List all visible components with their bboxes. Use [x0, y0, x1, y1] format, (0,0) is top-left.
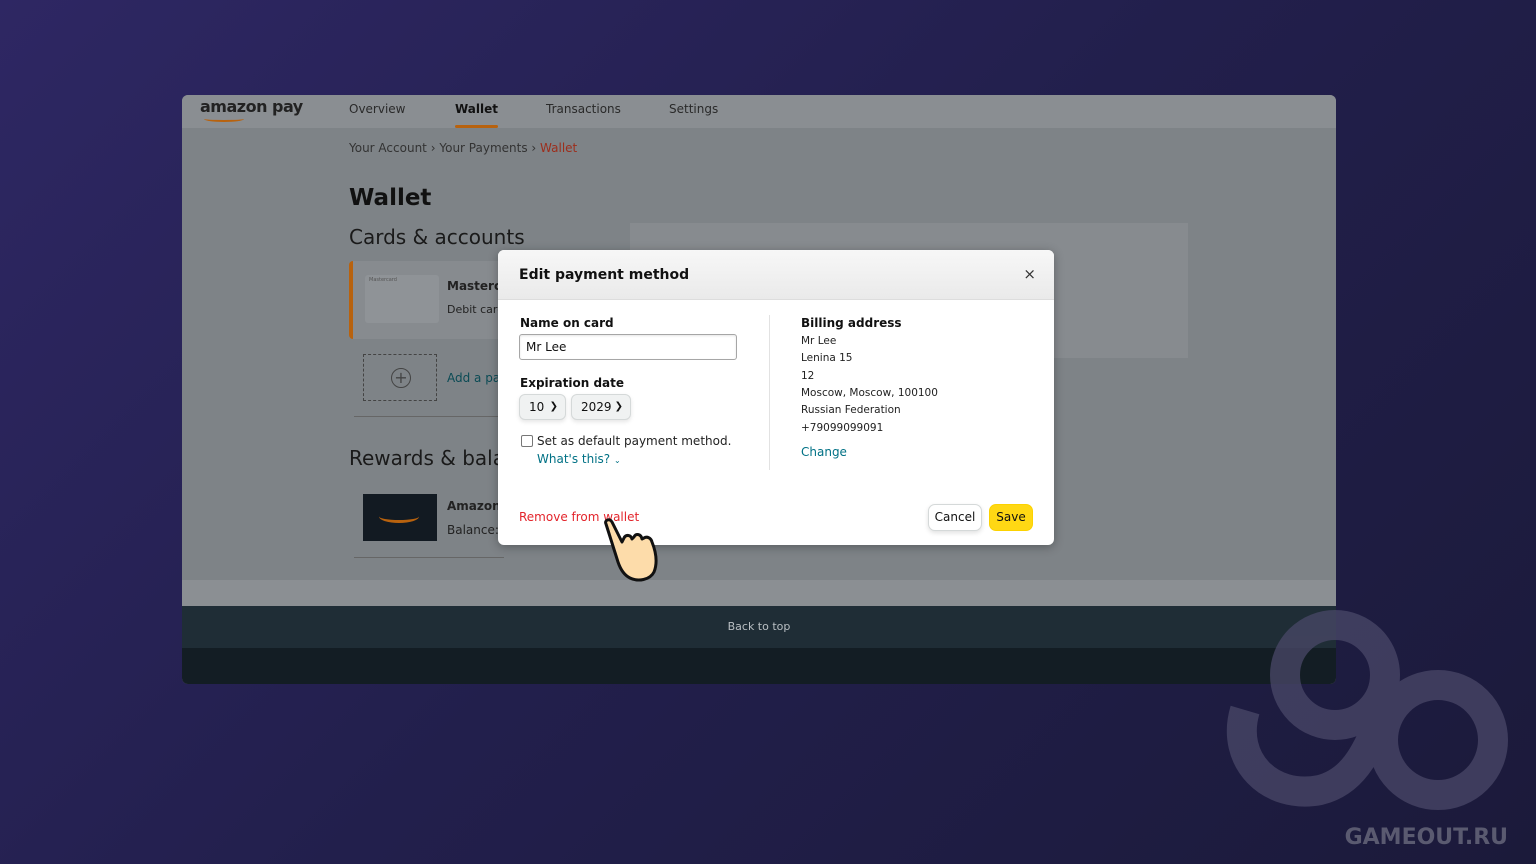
month-select[interactable]: 10 ❯ — [519, 394, 566, 420]
year-select[interactable]: 2029 ❯ — [571, 394, 631, 420]
breadcrumb-current: Wallet — [540, 141, 578, 155]
name-on-card-input[interactable] — [519, 334, 737, 360]
tab-settings[interactable]: Settings — [669, 102, 718, 116]
modal-title: Edit payment method — [519, 267, 690, 283]
name-on-card-label: Name on card — [520, 316, 614, 330]
amazon-pay-logo[interactable]: amazon pay — [200, 97, 303, 122]
whats-this-text: What's this? — [537, 452, 611, 466]
column-divider — [769, 315, 770, 470]
smile-icon — [204, 116, 244, 122]
add-payment-box[interactable]: + — [363, 354, 437, 401]
footer — [182, 648, 1336, 684]
billing-line: Russian Federation — [801, 404, 901, 416]
chevron-down-icon: ⌄ — [614, 456, 621, 465]
add-payment-link[interactable]: Add a pa — [447, 371, 500, 385]
billing-address-label: Billing address — [801, 316, 902, 330]
card-brand-text: Mastercard — [369, 277, 397, 283]
breadcrumb-your-account[interactable]: Your Account — [349, 141, 427, 155]
page-title: Wallet — [349, 185, 432, 211]
tab-wallet[interactable]: Wallet — [455, 102, 499, 128]
edit-payment-modal: Edit payment method × Name on card Expir… — [498, 250, 1054, 545]
page-bottom-strip — [182, 580, 1336, 606]
gameout-logo-icon — [1226, 610, 1508, 810]
divider — [354, 557, 504, 558]
card-item-mastercard[interactable]: Mastercard Masterca Debit card — [349, 261, 509, 339]
chevron-down-icon: ❯ — [614, 401, 623, 412]
breadcrumb-separator: › — [531, 141, 537, 155]
breadcrumb-separator: › — [430, 141, 436, 155]
top-nav: amazon pay Overview Wallet Transactions … — [182, 95, 1336, 128]
tab-overview[interactable]: Overview — [349, 102, 406, 116]
billing-line: +79099099091 — [801, 422, 884, 434]
billing-line: 12 — [801, 370, 815, 382]
year-value: 2029 — [581, 400, 612, 414]
month-value: 10 — [529, 400, 545, 414]
gift-card-balance: Balance: — [447, 523, 499, 537]
card-image: Mastercard — [365, 275, 439, 323]
breadcrumb: Your Account › Your Payments › Wallet — [349, 141, 577, 155]
save-button[interactable]: Save — [989, 504, 1033, 531]
card-type: Debit card — [447, 303, 505, 316]
pointer-hand-icon — [604, 518, 658, 582]
cancel-button[interactable]: Cancel — [928, 504, 982, 531]
divider — [354, 416, 504, 417]
close-icon[interactable]: × — [1023, 265, 1036, 283]
billing-line: Moscow, Moscow, 100100 — [801, 387, 938, 399]
back-to-top-button[interactable]: Back to top — [182, 606, 1336, 648]
watermark: GAMEOUT.RU — [1344, 825, 1508, 850]
amazon-gift-card-image — [363, 494, 437, 541]
gift-card-name: Amazon — [447, 499, 501, 513]
default-label[interactable]: Set as default payment method. — [537, 434, 731, 448]
default-checkbox[interactable] — [521, 435, 533, 447]
modal-header: Edit payment method × — [498, 250, 1054, 300]
logo-text: amazon pay — [200, 97, 303, 116]
rewards-heading: Rewards & bala — [349, 446, 505, 470]
breadcrumb-your-payments[interactable]: Your Payments — [439, 141, 527, 155]
tab-transactions[interactable]: Transactions — [546, 102, 621, 116]
cards-heading: Cards & accounts — [349, 225, 525, 249]
whats-this-link[interactable]: What's this? ⌄ — [537, 452, 621, 466]
chevron-down-icon: ❯ — [549, 401, 558, 412]
change-address-link[interactable]: Change — [801, 445, 847, 459]
expiration-label: Expiration date — [520, 376, 625, 390]
billing-line: Mr Lee — [801, 335, 837, 347]
plus-icon: + — [391, 368, 411, 388]
billing-line: Lenina 15 — [801, 352, 853, 364]
